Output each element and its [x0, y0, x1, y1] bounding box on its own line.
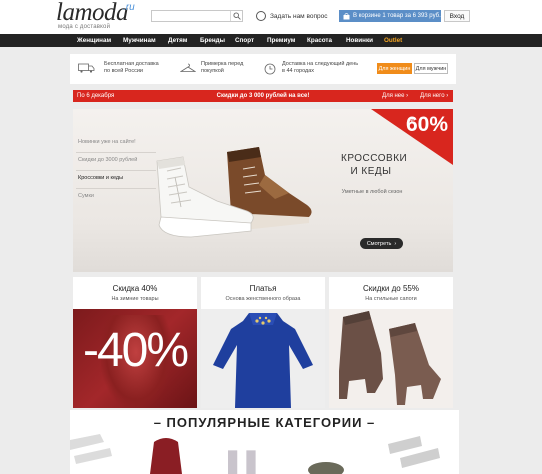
category-bag-thumb[interactable] — [308, 462, 344, 474]
hero-cta-label: Смотреть — [366, 240, 392, 247]
card-subtitle: Основа женственного образа — [225, 296, 301, 302]
hero-subtitle: Уметные в любой сезон — [341, 189, 403, 195]
hero-link-bags[interactable]: Сумки — [78, 193, 94, 199]
nav-item-sport[interactable]: Спорт — [235, 34, 254, 47]
dash-decoration: – — [153, 415, 167, 430]
category-thumbnails[interactable]: ▌▌ — [70, 434, 459, 474]
hero-cta-button[interactable]: Смотреть › — [360, 238, 403, 249]
search-input[interactable] — [151, 10, 243, 22]
hero-link-discounts[interactable]: Скидки до 3000 рублей — [78, 157, 137, 163]
card-title: Скидка 40% — [112, 284, 158, 293]
cart-button[interactable]: В корзине 1 товар за 6 393 руб. — [339, 10, 441, 22]
hero-banner[interactable]: Новинки уже на сайте! Скидки до 3000 руб… — [73, 109, 453, 272]
card-image-text: -40% — [82, 324, 189, 377]
category-graphic-right — [388, 436, 440, 468]
cart-label: В корзине 1 товар за 6 393 руб. — [353, 13, 441, 19]
chevron-right-icon: › — [394, 240, 397, 247]
section-title-text: ПОПУЛЯРНЫЕ КАТЕГОРИИ — [166, 415, 363, 430]
card-dresses[interactable]: Платья Основа женственного образа — [201, 277, 325, 408]
card-image — [201, 309, 325, 408]
promo-cards: Скидка 40% На зимние товары -40% Платья … — [73, 277, 453, 408]
section-title: – ПОПУЛЯРНЫЕ КАТЕГОРИИ – — [70, 415, 459, 430]
nav-item-men[interactable]: Мужчинам — [123, 34, 156, 47]
support-headset-icon — [256, 11, 266, 21]
logo-domain: .ru — [123, 2, 135, 13]
category-graphic-left — [70, 434, 112, 464]
hanger-icon — [179, 63, 197, 76]
nav-item-kids[interactable]: Детям — [168, 34, 187, 47]
logo-text: lamoda — [56, 0, 129, 26]
category-new-thumb[interactable]: ▌▌ — [228, 450, 265, 474]
hero-link-sneakers[interactable]: Кроссовки и кеды — [78, 175, 123, 181]
nav-item-women[interactable]: Женщинам — [77, 34, 111, 47]
benefit-delivery: Бесплатная доставка по всей России — [104, 61, 159, 74]
card-winter-sale[interactable]: Скидка 40% На зимние товары -40% — [73, 277, 197, 408]
sneakers-image — [156, 147, 312, 238]
hero-link-new[interactable]: Новинки уже на сайте! — [78, 139, 136, 145]
promo-women-link[interactable]: Для нее › — [382, 90, 408, 102]
header: lamoda .ru мода с доставкой Задать нам в… — [0, 0, 542, 34]
search-icon[interactable] — [230, 11, 242, 21]
nav-item-new[interactable]: Новинки — [346, 34, 373, 47]
boots-image — [339, 311, 441, 405]
promo-men-link[interactable]: Для него › — [420, 90, 448, 102]
card-image: -40% — [73, 309, 197, 408]
cart-icon — [343, 12, 350, 19]
for-women-button[interactable]: Для женщин — [377, 63, 412, 74]
benefits-bar: Бесплатная доставка по всей России Приме… — [70, 54, 456, 84]
nav-item-premium[interactable]: Премиум — [267, 34, 295, 47]
main-nav: Женщинам Мужчинам Детям Бренды Спорт Пре… — [0, 34, 542, 47]
nav-item-outlet[interactable]: Outlet — [384, 34, 402, 47]
nav-item-brands[interactable]: Бренды — [200, 34, 225, 47]
card-image — [329, 309, 453, 408]
benefit-fitting: Примерка перед покупкой — [201, 61, 244, 74]
logo[interactable]: lamoda .ru мода с доставкой — [56, 0, 135, 32]
ask-label: Задать нам вопрос — [270, 12, 328, 20]
card-boots[interactable]: Скидки до 55% На стильные сапоги — [329, 277, 453, 408]
card-title: Скидки до 55% — [363, 284, 419, 293]
divider — [76, 152, 156, 153]
card-subtitle: На стильные сапоги — [365, 296, 417, 302]
badge-value: 60% — [405, 113, 448, 136]
card-title: Платья — [249, 284, 277, 293]
divider — [76, 170, 156, 171]
benefit-next-day: Доставка на следующий день в 44 городах — [282, 61, 359, 74]
promo-date: По 6 декабря — [77, 93, 115, 99]
login-button[interactable]: Вход — [444, 10, 470, 22]
truck-icon — [78, 63, 95, 76]
dash-decoration: – — [362, 415, 376, 430]
logo-tagline: мода с доставкой — [58, 24, 111, 30]
clock-icon — [264, 63, 276, 78]
popular-categories: – ПОПУЛЯРНЫЕ КАТЕГОРИИ – ▌▌ — [70, 410, 459, 474]
category-dress-thumb[interactable] — [150, 438, 182, 474]
nav-item-beauty[interactable]: Красота — [307, 34, 332, 47]
blue-dress-image — [213, 313, 313, 408]
promo-bar[interactable]: Скидки до 3 000 рублей на все! По 6 дека… — [73, 90, 453, 102]
card-subtitle: На зимние товары — [111, 296, 159, 302]
ask-question-link[interactable]: Задать нам вопрос — [256, 10, 327, 22]
for-men-button[interactable]: Для мужчин — [414, 63, 448, 74]
divider — [76, 188, 156, 189]
